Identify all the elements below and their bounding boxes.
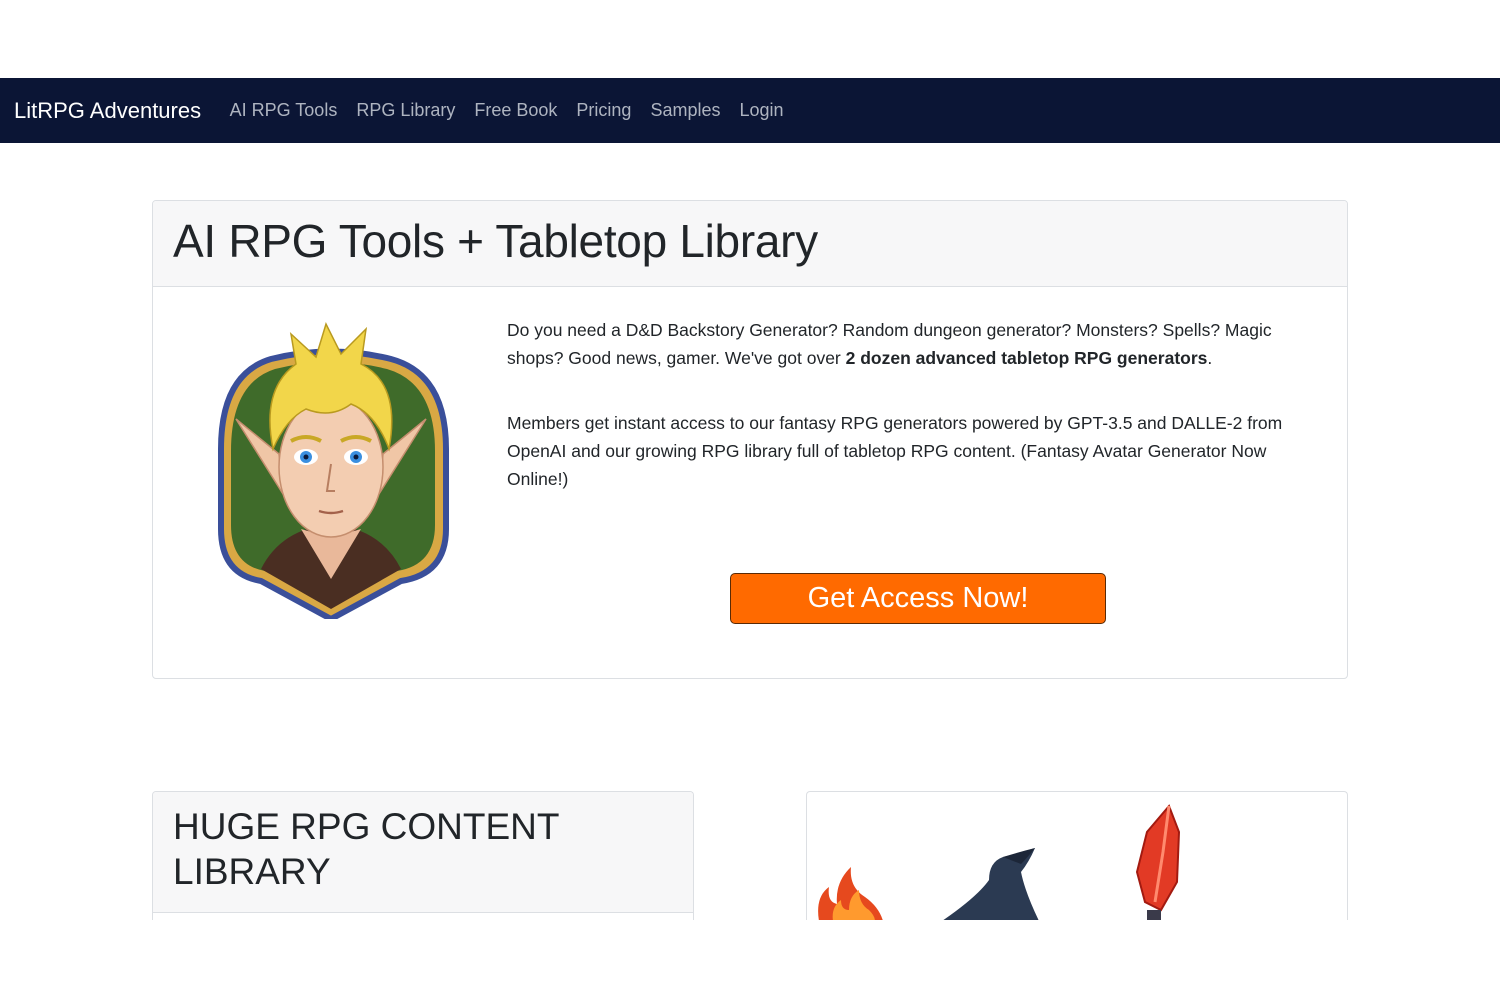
nav-login[interactable]: Login [730, 100, 793, 121]
hero-paragraph-2: Members get instant access to our fantas… [507, 413, 1283, 489]
art-illustrations [818, 804, 1181, 920]
nav-rpg-library[interactable]: RPG Library [347, 100, 465, 121]
hero-p1-end: . [1207, 348, 1213, 368]
nav-ai-rpg-tools[interactable]: AI RPG Tools [220, 100, 347, 121]
flame-icon [818, 867, 883, 920]
nav-links: AI RPG Tools RPG Library Free Book Prici… [220, 100, 793, 121]
hero-p1-bold: 2 dozen advanced tabletop RPG generators [845, 348, 1208, 368]
brand-link[interactable]: LitRPG Adventures [14, 98, 201, 124]
hero-title: AI RPG Tools + Tabletop Library [173, 215, 818, 267]
art-card [806, 791, 1348, 920]
top-navbar: LitRPG Adventures AI RPG Tools RPG Libra… [0, 78, 1500, 143]
library-card-header: HUGE RPG CONTENT LIBRARY [153, 792, 693, 913]
get-access-button[interactable]: Get Access Now! [730, 573, 1106, 624]
library-title: HUGE RPG CONTENT LIBRARY [173, 806, 559, 892]
nav-pricing[interactable]: Pricing [567, 100, 641, 121]
library-card: HUGE RPG CONTENT LIBRARY [152, 791, 694, 920]
wizard-hat-icon [943, 848, 1039, 920]
nav-samples[interactable]: Samples [641, 100, 730, 121]
hero-card: AI RPG Tools + Tabletop Library Do you n… [152, 200, 1348, 679]
nav-free-book[interactable]: Free Book [465, 100, 567, 121]
hero-paragraph-1: Do you need a D&D Backstory Generator? R… [507, 316, 1317, 372]
hero-description: Do you need a D&D Backstory Generator? R… [507, 316, 1317, 530]
elf-avatar-image [218, 321, 449, 619]
hero-card-header: AI RPG Tools + Tabletop Library [153, 201, 1347, 287]
red-crystal-icon [1135, 804, 1181, 920]
